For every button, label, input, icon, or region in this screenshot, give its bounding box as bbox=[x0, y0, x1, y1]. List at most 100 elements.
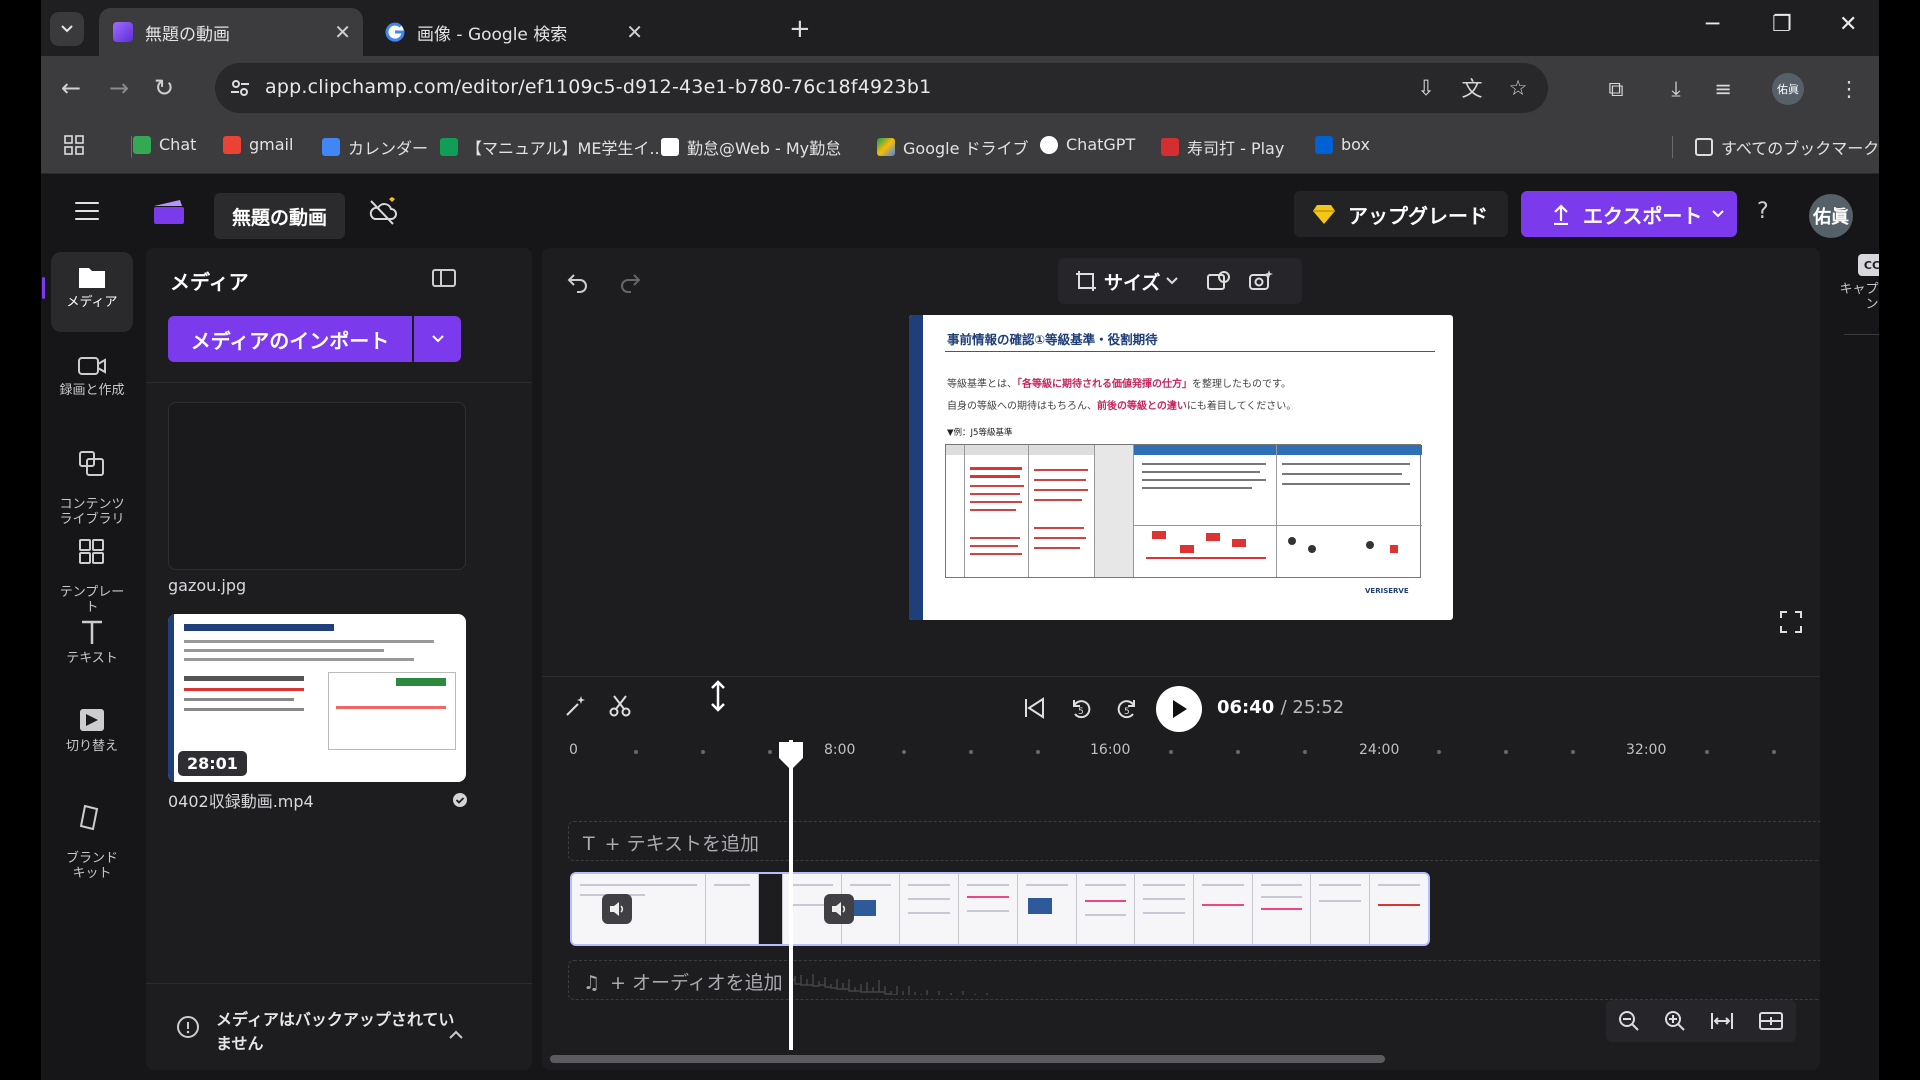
bookmark-manual[interactable]: 【マニュアル】ME学生イ... bbox=[440, 135, 665, 159]
bookmark-chatgpt[interactable]: ChatGPT bbox=[1040, 135, 1135, 154]
clip-frame bbox=[1076, 874, 1136, 944]
export-button[interactable]: エクスポート bbox=[1521, 191, 1737, 237]
import-media-button[interactable]: メディアのインポート bbox=[168, 316, 412, 362]
translate-icon[interactable]: 文 bbox=[1457, 73, 1487, 103]
audio-toggle-button[interactable] bbox=[824, 894, 854, 924]
forward-icon[interactable]: → bbox=[109, 74, 129, 102]
back-icon[interactable]: ← bbox=[61, 74, 81, 102]
new-tab-icon[interactable]: + bbox=[789, 14, 811, 44]
fit-to-width-icon[interactable] bbox=[1710, 1011, 1734, 1031]
undo-icon[interactable] bbox=[566, 270, 590, 294]
added-check-icon bbox=[453, 793, 467, 807]
rail-item-text[interactable]: テキスト bbox=[51, 618, 133, 666]
apps-grid-icon[interactable] bbox=[64, 135, 84, 155]
browser-profile-avatar[interactable]: 佑眞 bbox=[1772, 73, 1804, 105]
panel-title: メディア bbox=[170, 270, 249, 294]
skip-to-start-icon[interactable] bbox=[1023, 697, 1045, 719]
split-scissors-icon[interactable] bbox=[608, 694, 632, 718]
captions-button[interactable]: CC キャプショ ン bbox=[1830, 254, 1879, 312]
chevron-down-icon bbox=[431, 335, 444, 343]
rail-item-record[interactable]: 録画と作成 bbox=[51, 354, 133, 398]
media-thumbnail-video[interactable]: 28:01 bbox=[168, 614, 466, 782]
rail-item-templates[interactable]: テンプレー ト bbox=[51, 522, 133, 615]
bookmark-sushida[interactable]: 寿司打 - Play bbox=[1161, 135, 1284, 159]
reload-icon[interactable]: ↻ bbox=[154, 74, 174, 102]
site-settings-icon[interactable] bbox=[229, 77, 251, 99]
rail-item-content-library[interactable]: コンテンツ ライブラリ bbox=[51, 434, 133, 527]
media-thumbnail-gazou[interactable] bbox=[168, 402, 466, 570]
playhead[interactable] bbox=[789, 740, 793, 1050]
magic-tool-icon[interactable] bbox=[564, 694, 588, 718]
tab-google-search[interactable]: 画像 - Google 検索 ✕ bbox=[371, 8, 655, 56]
video-preview[interactable]: 事前情報の確認①等級基準・役割期待 等級基準とは、「各等級に期待される価値発揮の… bbox=[909, 315, 1453, 620]
tab-search-button[interactable] bbox=[50, 12, 84, 46]
playhead-handle[interactable] bbox=[777, 740, 805, 772]
address-bar[interactable]: app.clipchamp.com/editor/ef1109c5-d912-4… bbox=[215, 63, 1548, 113]
browser-menu-icon[interactable]: ⋮ bbox=[1834, 74, 1864, 104]
preview-toolbar: サイズ bbox=[1058, 258, 1302, 304]
rail-item-brand-kit[interactable]: ブランド キット bbox=[51, 788, 133, 881]
bookmark-chat[interactable]: Chat bbox=[133, 135, 196, 154]
chevron-up-icon[interactable] bbox=[449, 1030, 463, 1039]
bookmark-kintai[interactable]: 勤怠@Web - My勤怠 bbox=[661, 135, 841, 159]
bookmarks-bar: Chat gmail カレンダー 【マニュアル】ME学生イ... 勤怠@Web … bbox=[41, 122, 1879, 174]
close-tab-icon[interactable]: ✕ bbox=[334, 20, 351, 44]
ai-enhance-icon[interactable] bbox=[1248, 269, 1274, 293]
audio-waveform bbox=[789, 974, 988, 995]
add-audio-track[interactable]: ♫ + オーディオを追加 bbox=[568, 960, 1820, 1000]
timeline-layout-icon[interactable] bbox=[1758, 1011, 1784, 1031]
svg-text:5: 5 bbox=[1124, 707, 1130, 717]
add-text-track[interactable]: T + テキストを追加 bbox=[568, 821, 1820, 861]
left-rail: メディア 録画と作成 コンテンツ ライブラリ テンプレー ト テキスト 切り替え… bbox=[41, 248, 141, 1080]
audio-toggle-button[interactable] bbox=[602, 894, 632, 924]
timeline-ruler[interactable]: 0 8:00 16:00 24:00 32:00 bbox=[542, 738, 1820, 778]
redo-icon[interactable] bbox=[618, 270, 642, 294]
fullscreen-icon[interactable] bbox=[1779, 610, 1803, 634]
help-icon[interactable]: ? bbox=[1757, 199, 1769, 224]
bookmark-star-icon[interactable]: ☆ bbox=[1503, 73, 1533, 103]
extensions-icon[interactable]: ⧉ bbox=[1601, 74, 1631, 104]
text-icon bbox=[82, 620, 102, 644]
install-app-icon[interactable]: ⇩ bbox=[1411, 73, 1441, 103]
brand-kit-icon bbox=[79, 804, 99, 831]
bookmark-box[interactable]: box bbox=[1315, 135, 1370, 154]
close-window-icon[interactable]: ✕ bbox=[1839, 12, 1857, 37]
resize-handle-icon[interactable] bbox=[708, 680, 728, 712]
background-icon[interactable] bbox=[1206, 269, 1232, 293]
zoom-out-icon[interactable] bbox=[1618, 1010, 1640, 1032]
rewind-5-icon[interactable]: 5 bbox=[1069, 697, 1093, 721]
duration-badge: 28:01 bbox=[178, 751, 247, 776]
zoom-in-icon[interactable] bbox=[1664, 1010, 1686, 1032]
play-button[interactable] bbox=[1156, 686, 1202, 732]
add-text-label: T + テキストを追加 bbox=[583, 833, 759, 855]
bookmark-gmail[interactable]: gmail bbox=[223, 135, 293, 154]
play-icon bbox=[1173, 700, 1187, 718]
media-controls-icon[interactable]: ≡ bbox=[1708, 74, 1738, 104]
timeline-scrollbar[interactable] bbox=[550, 1055, 1385, 1063]
cloud-sync-off-icon[interactable] bbox=[367, 197, 399, 227]
downloads-icon[interactable]: ⤓ bbox=[1661, 74, 1691, 104]
text-icon: T bbox=[583, 833, 595, 855]
tab-untitled-video[interactable]: 無題の動画 ✕ bbox=[99, 8, 363, 56]
upgrade-button[interactable]: アップグレード bbox=[1294, 191, 1508, 237]
clip-frame bbox=[959, 874, 1018, 944]
restore-icon[interactable]: ❐ bbox=[1772, 12, 1792, 37]
speaker-icon bbox=[832, 902, 846, 916]
user-avatar[interactable]: 佑眞 bbox=[1809, 194, 1853, 238]
bookmark-google-drive[interactable]: Google ドライブ bbox=[877, 135, 1029, 159]
video-clip[interactable] bbox=[570, 872, 1430, 946]
size-button[interactable]: サイズ bbox=[1104, 268, 1160, 295]
rail-item-media[interactable]: メディア bbox=[51, 252, 133, 332]
rail-item-transitions[interactable]: 切り替え bbox=[51, 706, 133, 754]
collapse-panel-icon[interactable] bbox=[432, 268, 456, 288]
browser-toolbar: ← → ↻ app.clipchamp.com/editor/ef1109c5-… bbox=[41, 56, 1879, 122]
bookmark-calendar[interactable]: カレンダー bbox=[322, 135, 428, 159]
minimize-icon[interactable]: ─ bbox=[1706, 12, 1719, 37]
project-title[interactable]: 無題の動画 bbox=[214, 193, 346, 239]
clip-frame bbox=[705, 874, 759, 944]
menu-icon[interactable] bbox=[75, 202, 99, 220]
close-tab-icon[interactable]: ✕ bbox=[626, 20, 643, 44]
forward-5-icon[interactable]: 5 bbox=[1115, 697, 1139, 721]
import-options-button[interactable] bbox=[414, 316, 461, 362]
all-bookmarks[interactable]: すべてのブックマーク bbox=[1695, 135, 1879, 159]
